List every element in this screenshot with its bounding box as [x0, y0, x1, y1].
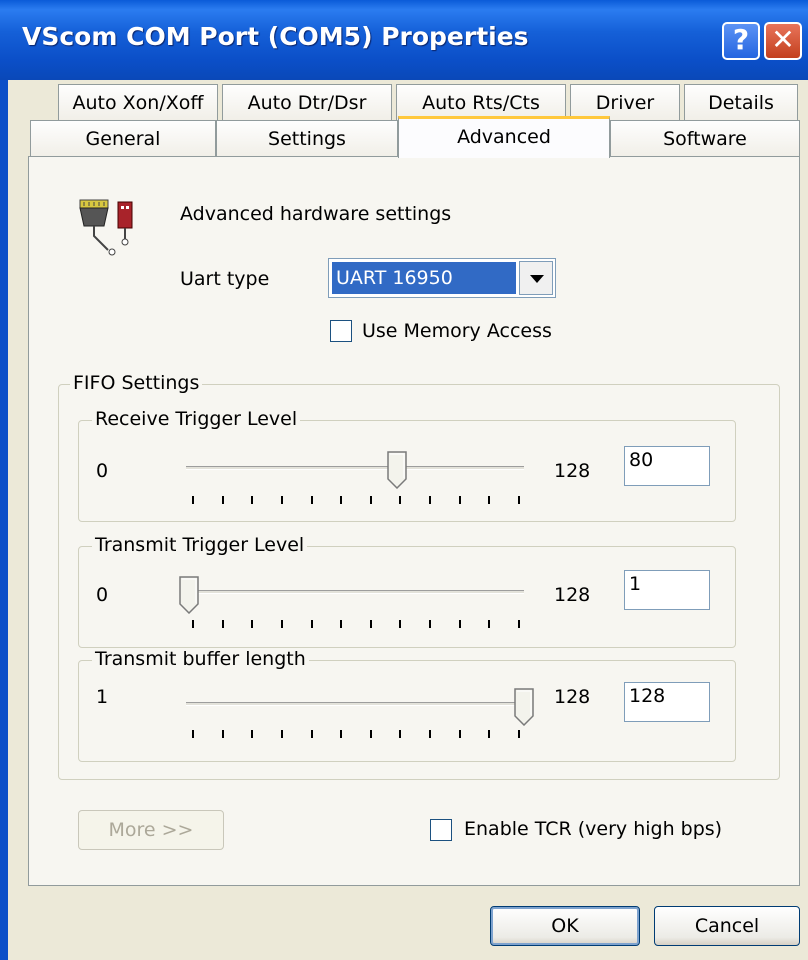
slider-tick [310, 730, 313, 738]
uart-type-label: Uart type [180, 268, 270, 290]
tab-settings[interactable]: Settings [216, 120, 398, 156]
slider-tick [340, 620, 343, 628]
slider-tick [488, 730, 491, 738]
slider-tick [310, 496, 313, 504]
title-bar[interactable]: VScom COM Port (COM5) Properties ? ✕ [0, 0, 808, 80]
slider-tick [192, 496, 194, 504]
enable-tcr-label: Enable TCR (very high bps) [464, 818, 723, 840]
receive-slider-track[interactable] [186, 466, 524, 470]
buffer-slider-thumb[interactable] [514, 688, 534, 726]
tab-auto-xon-xoff[interactable]: Auto Xon/Xoff [58, 84, 218, 120]
slider-tick [280, 730, 283, 738]
cancel-button[interactable]: Cancel [654, 906, 800, 946]
slider-tick [310, 620, 313, 628]
slider-tick [369, 620, 372, 628]
tab-auto-rts-cts[interactable]: Auto Rts/Cts [396, 84, 566, 120]
receive-max-label: 128 [554, 460, 591, 482]
slider-tick [369, 730, 372, 738]
transmit-level-input[interactable]: 1 [624, 570, 710, 610]
slider-tick [221, 496, 224, 504]
buffer-length-title: Transmit buffer length [92, 648, 309, 670]
help-button[interactable]: ? [722, 22, 760, 60]
tab-driver[interactable]: Driver [570, 84, 680, 120]
slider-tick [192, 620, 194, 628]
slider-tick [399, 730, 402, 738]
slider-tick [221, 620, 224, 628]
receive-min-label: 0 [96, 460, 109, 482]
slider-tick [340, 496, 343, 504]
slider-tick [458, 620, 461, 628]
transmit-min-label: 0 [96, 584, 109, 606]
slider-tick [429, 620, 432, 628]
slider-tick [192, 730, 194, 738]
slider-tick [429, 730, 432, 738]
serial-port-icon [79, 199, 133, 256]
slider-tick [221, 730, 224, 738]
slider-tick [340, 730, 343, 738]
slider-tick [251, 496, 254, 504]
uart-type-value: UART 16950 [331, 261, 517, 295]
slider-tick [251, 620, 254, 628]
slider-tick [399, 496, 402, 504]
tab-software[interactable]: Software [610, 120, 800, 156]
tab-details[interactable]: Details [684, 84, 798, 120]
use-memory-access-checkbox[interactable] [330, 320, 352, 342]
slider-tick [280, 496, 283, 504]
slider-tick [399, 620, 402, 628]
receive-slider-thumb[interactable] [387, 451, 407, 489]
buffer-max-label: 128 [554, 686, 591, 708]
slider-tick [251, 730, 254, 738]
tab-advanced[interactable]: Advanced [398, 116, 610, 158]
window-title: VScom COM Port (COM5) Properties [22, 22, 529, 51]
buffer-slider-track[interactable] [186, 702, 524, 706]
use-memory-access-label: Use Memory Access [362, 320, 552, 342]
window-frame-left [0, 80, 8, 960]
more-button[interactable]: More >> [78, 810, 224, 850]
tab-auto-dtr-dsr[interactable]: Auto Dtr/Dsr [222, 84, 392, 120]
slider-tick [518, 620, 520, 628]
ok-button[interactable]: OK [490, 906, 640, 946]
tab-general[interactable]: General [30, 120, 216, 156]
uart-type-select[interactable]: UART 16950 [328, 258, 556, 298]
advanced-heading: Advanced hardware settings [180, 203, 452, 225]
slider-tick [488, 496, 491, 504]
chevron-down-icon[interactable] [519, 261, 553, 295]
slider-tick [429, 496, 432, 504]
close-button[interactable]: ✕ [764, 22, 802, 60]
transmit-trigger-title: Transmit Trigger Level [92, 534, 308, 556]
receive-level-input[interactable]: 80 [624, 446, 710, 486]
slider-tick [518, 496, 520, 504]
transmit-max-label: 128 [554, 584, 591, 606]
fifo-settings-title: FIFO Settings [70, 372, 203, 394]
transmit-slider-thumb[interactable] [178, 576, 199, 614]
buffer-min-label: 1 [96, 686, 109, 708]
transmit-slider-track[interactable] [186, 590, 524, 594]
receive-trigger-title: Receive Trigger Level [92, 408, 301, 430]
slider-tick [458, 730, 461, 738]
slider-tick [518, 730, 520, 738]
slider-tick [369, 496, 372, 504]
enable-tcr-checkbox[interactable] [430, 819, 452, 841]
slider-tick [280, 620, 283, 628]
buffer-length-input[interactable]: 128 [624, 682, 710, 722]
slider-tick [458, 496, 461, 504]
slider-tick [488, 620, 491, 628]
properties-dialog: VScom COM Port (COM5) Properties ? ✕ Aut… [0, 0, 808, 960]
